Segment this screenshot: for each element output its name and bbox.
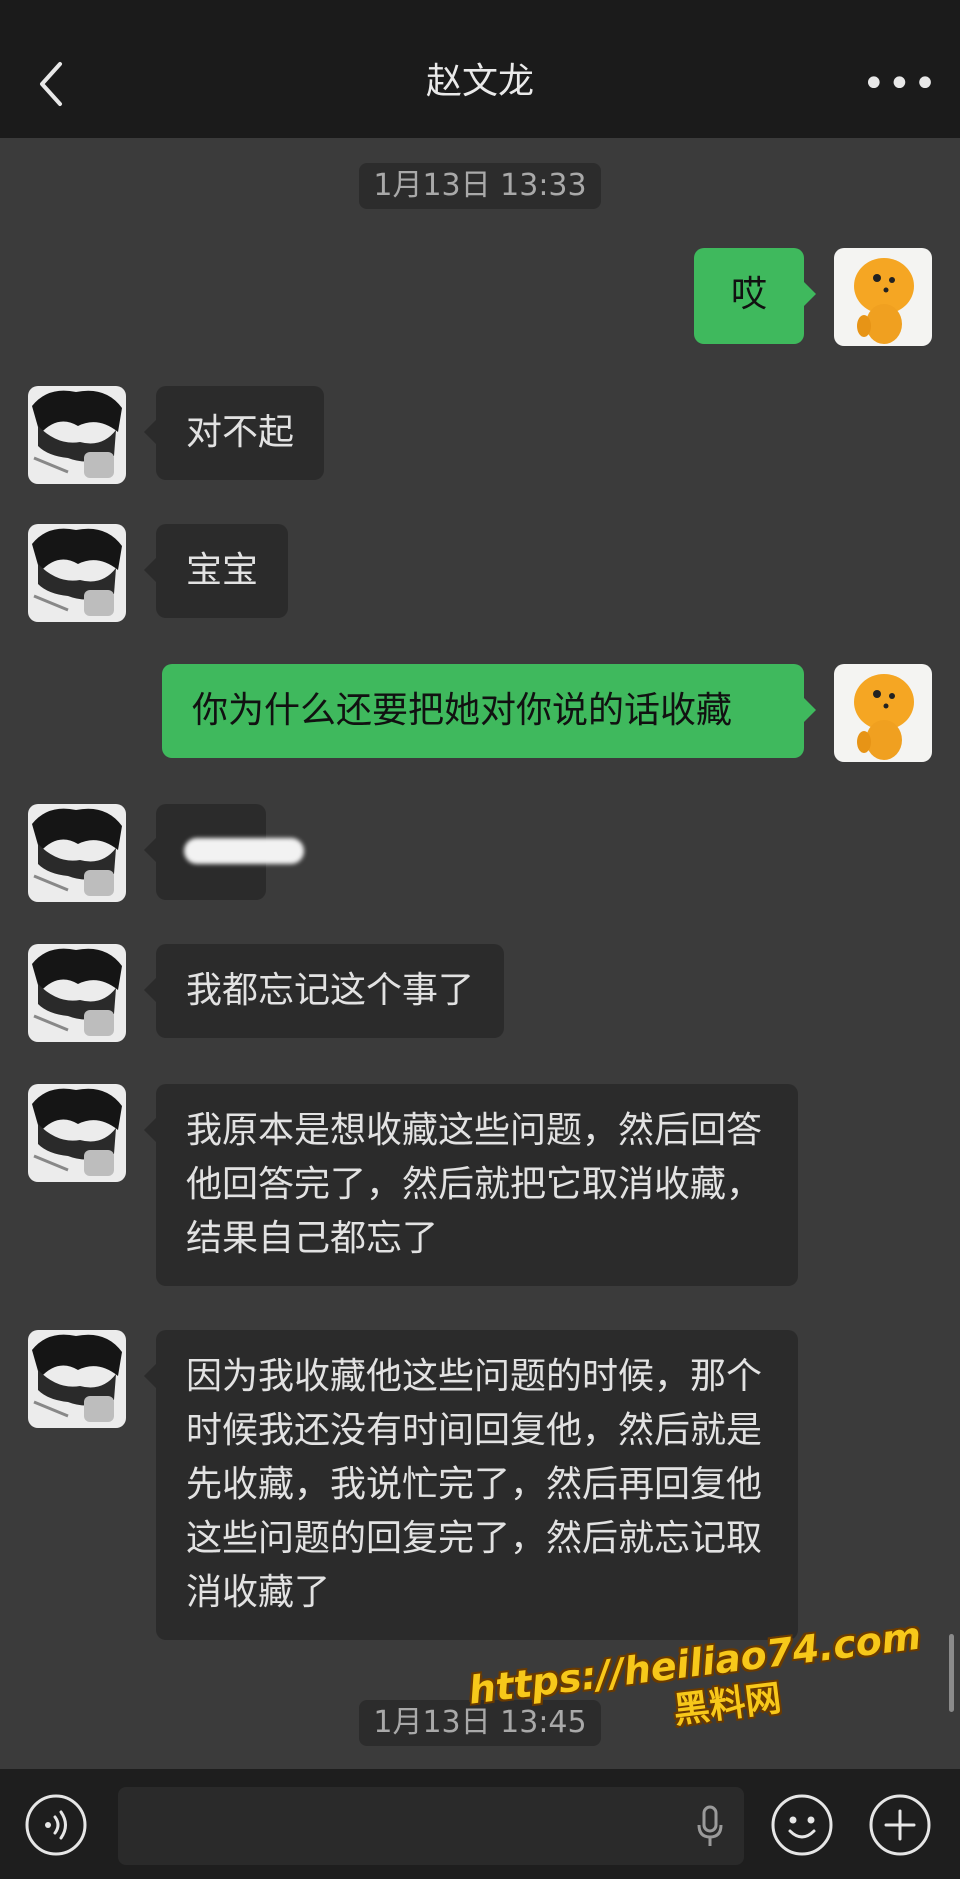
my-avatar[interactable]	[834, 664, 932, 762]
contact-avatar[interactable]	[28, 524, 126, 622]
anime-character-avatar-icon	[28, 804, 126, 902]
contact-avatar[interactable]	[28, 386, 126, 484]
scrollbar[interactable]	[949, 1634, 954, 1712]
mascot-avatar-icon	[834, 248, 932, 346]
mascot-avatar-icon	[834, 664, 932, 762]
message-bubble-outgoing[interactable]: 哎	[694, 248, 816, 344]
message-bubble-incoming[interactable]: 我都忘记这个事了	[143, 944, 505, 1038]
anime-character-avatar-icon	[28, 386, 126, 484]
timestamp-text: 1月13日 13:33	[359, 163, 601, 209]
timestamp: 1月13日 13:33	[0, 163, 960, 209]
emoji-icon	[771, 1794, 833, 1856]
anime-character-avatar-icon	[28, 1084, 126, 1182]
contact-avatar[interactable]	[28, 944, 126, 1042]
my-avatar[interactable]	[834, 248, 932, 346]
message-bubble-incoming[interactable]: 我原本是想收藏这些问题，然后回答他回答完了，然后就把它取消收藏，结果自己都忘了	[144, 1084, 798, 1286]
message-bubble-incoming-redacted[interactable]	[144, 804, 304, 900]
contact-avatar[interactable]	[28, 1084, 126, 1182]
microphone-icon[interactable]	[696, 1805, 724, 1849]
anime-character-avatar-icon	[28, 944, 126, 1042]
contact-avatar[interactable]	[28, 804, 126, 902]
message-bubble-outgoing[interactable]: 你为什么还要把她对你说的话收藏	[162, 664, 816, 758]
voice-mode-icon	[25, 1794, 87, 1856]
voice-mode-button[interactable]	[24, 1793, 88, 1857]
message-bubble-incoming[interactable]: 因为我收藏他这些问题的时候，那个时候我还没有时间回复他，然后就是先收藏，我说忙完…	[144, 1330, 798, 1640]
message-bubble-incoming[interactable]: 对不起	[143, 386, 325, 480]
chat-title: 赵文龙	[425, 61, 534, 102]
anime-character-avatar-icon	[28, 524, 126, 622]
add-more-button[interactable]	[868, 1793, 932, 1857]
message-list[interactable]: 1月13日 13:33 哎 对不起 宝宝 你为什么还要把她对你说的话收藏 我都忘…	[0, 138, 960, 1769]
redacted-text-blur	[184, 838, 304, 864]
plus-circle-icon	[869, 1794, 931, 1856]
contact-avatar[interactable]	[28, 1330, 126, 1428]
chat-header: 赵文龙 •••	[0, 0, 960, 138]
emoji-button[interactable]	[770, 1793, 834, 1857]
more-options-button[interactable]: •••	[862, 64, 937, 104]
message-bubble-incoming[interactable]: 宝宝	[143, 524, 289, 618]
anime-character-avatar-icon	[28, 1330, 126, 1428]
message-input[interactable]	[118, 1787, 744, 1865]
